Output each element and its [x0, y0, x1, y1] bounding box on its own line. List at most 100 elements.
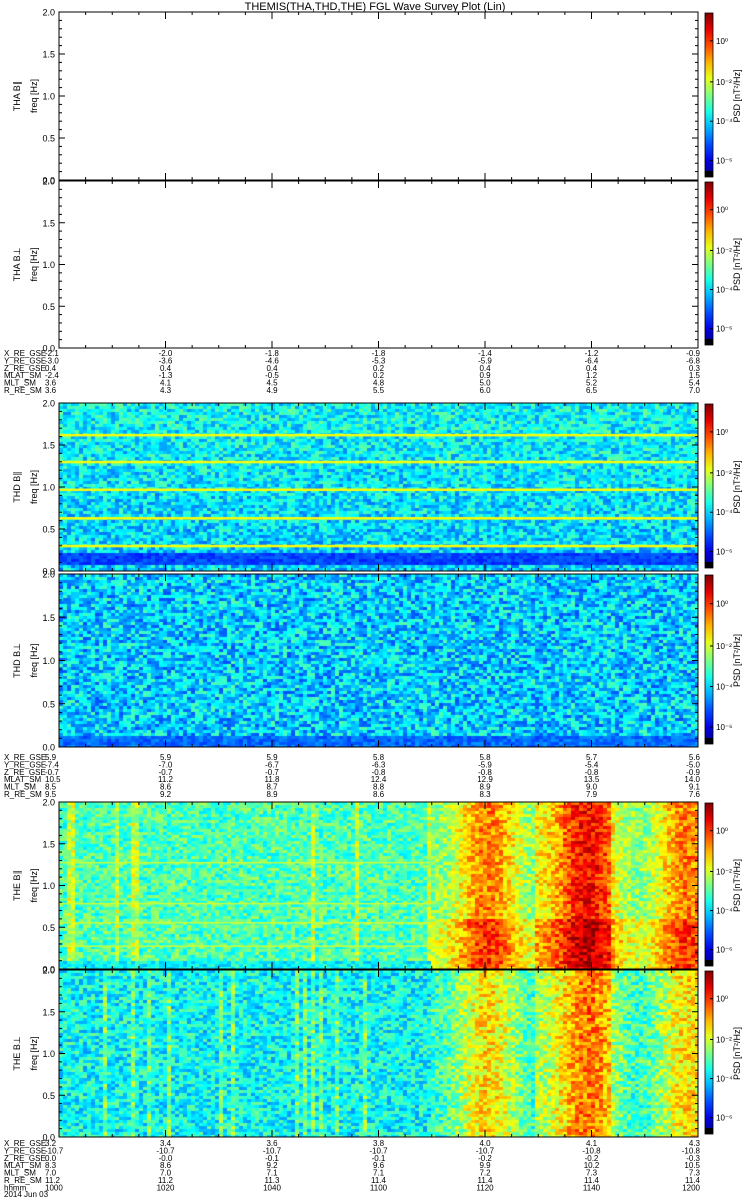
y-tick-label: 1.5 — [42, 613, 55, 623]
y-axis-label: freq [Hz] — [29, 868, 39, 902]
ephemeris-value: 1140 — [583, 1183, 601, 1192]
y-axis-label: freq [Hz] — [29, 643, 39, 677]
colorbar — [704, 970, 714, 1135]
y-tick-label: 1.5 — [42, 218, 55, 228]
colorbar-tick-label: 10⁻² — [716, 246, 732, 255]
y-tick-label: 1.5 — [42, 1007, 55, 1017]
colorbar-tick-label: 10⁰ — [716, 428, 728, 437]
panel-6: 0.00.51.01.52.0THE B⊥ freq [Hz]10⁰10⁻²10⁻… — [12, 966, 742, 1143]
y-axis-probe-label: THD B⊥ — [12, 643, 22, 678]
colorbar-tick-label: 10⁰ — [716, 37, 728, 46]
ephemeris-row-label: R_RE_SM — [4, 386, 42, 395]
y-tick-label: 0.5 — [42, 1091, 55, 1101]
panel-4: 0.0 0.5 1.0 1.5 2.0 THD B⊥ freq [Hz] 10⁰ 10⁻² 10⁻… — [12, 570, 742, 753]
colorbar-tick-label: 10⁻² — [716, 78, 732, 87]
y-tick-label: 2.0 — [42, 798, 55, 808]
panel-3: 0.00.51.01.52.0THD B∥ freq [Hz]10⁰10⁻²10⁻… — [12, 399, 742, 577]
ephemeris-value: 7.9 — [586, 790, 598, 799]
ephemeris-value: 9.5 — [45, 790, 57, 799]
ephemeris-value: 7.6 — [689, 790, 701, 799]
y-tick-label: 2.0 — [42, 570, 55, 580]
ephemeris-value: 1020 — [157, 1183, 175, 1192]
ephemeris-value: 1200 — [682, 1183, 700, 1192]
y-tick-label: 0.5 — [42, 302, 55, 312]
ephemeris-value: 1100 — [370, 1183, 388, 1192]
y-tick-label: 1.0 — [42, 1049, 55, 1059]
y-tick-label: 0.0 — [42, 743, 55, 753]
ephemeris-value: 6.5 — [586, 386, 598, 395]
spectrogram-heatmap — [59, 802, 698, 969]
panel-1: 0.00.51.01.52.0THA B∥ freq [Hz]10⁰10⁻²10⁻… — [12, 8, 742, 186]
colorbar-label: PSD [nT²/Hz] — [732, 1027, 742, 1080]
colorbar-tick-label: 10⁻⁴ — [716, 907, 733, 916]
colorbar-tick-label: 10⁰ — [716, 206, 728, 215]
ephemeris-value: 4.9 — [266, 386, 278, 395]
panel-5: 0.00.51.01.52.0THE B∥ freq [Hz]10⁰10⁻²10⁻… — [12, 798, 742, 975]
y-tick-label: 1.0 — [42, 260, 55, 270]
colorbar-bottom — [705, 171, 713, 177]
colorbar-label: PSD [nT²/Hz] — [732, 238, 742, 291]
colorbar-label: PSD [nT²/Hz] — [732, 859, 742, 912]
ephemeris-value: 7.0 — [689, 386, 701, 395]
y-tick-label: 1.0 — [42, 483, 55, 493]
wave-survey-figure: 0.0 0.5 1.0 1.5 2.0 THA B∥ freq [Hz] 10⁰ 10⁻² 10⁻… — [4, 8, 742, 1200]
y-tick-label: 2.0 — [42, 399, 55, 409]
spectrogram-heatmap — [59, 970, 698, 1137]
ephemeris-value: 9.2 — [160, 790, 172, 799]
colorbar — [704, 403, 714, 569]
panel-2: 0.00.51.01.52.0THA B⊥ freq [Hz]10⁰10⁻²10⁻… — [12, 177, 742, 354]
colorbar-tick-label: 10⁻⁴ — [716, 117, 733, 126]
ephemeris-row-label: R_RE_SM — [4, 790, 42, 799]
spectrogram-heatmap — [59, 574, 698, 747]
colorbar-bottom — [705, 562, 713, 568]
colorbar — [704, 181, 714, 346]
y-tick-label: 1.5 — [42, 50, 55, 60]
y-axis-probe-label: THE B∥ — [12, 870, 22, 901]
colorbar-tick-label: 10⁻² — [716, 469, 732, 478]
colorbar-bottom — [705, 738, 713, 744]
colorbar — [704, 574, 714, 745]
date-label: 2014 Jun 03 — [4, 1190, 49, 1199]
colorbar-tick-label: 10⁻² — [716, 642, 732, 651]
colorbar — [704, 802, 714, 967]
y-axis-label: freq [Hz] — [29, 79, 39, 113]
ephemeris-table-1: X_RE_GSEY_RE_GSEZ_RE_GSEMLAT_SMMLT_SMR_R… — [4, 349, 701, 395]
y-tick-label: 1.0 — [42, 92, 55, 102]
colorbar-bottom — [705, 1128, 713, 1134]
y-tick-label: 1.0 — [42, 881, 55, 891]
colorbar-label: PSD [nT²/Hz] — [732, 69, 742, 122]
ephemeris-value: 8.6 — [373, 790, 385, 799]
ephemeris-value: 4.3 — [160, 386, 172, 395]
colorbar-tick-label: 10⁻⁴ — [716, 286, 733, 295]
y-tick-label: 0.5 — [42, 699, 55, 709]
ephemeris-value: 1040 — [263, 1183, 281, 1192]
colorbar-tick-label: 10⁻⁶ — [716, 723, 732, 732]
colorbar-tick-label: 10⁻⁴ — [716, 508, 733, 517]
colorbar-tick-label: 10⁰ — [716, 995, 728, 1004]
y-axis-label: freq [Hz] — [29, 247, 39, 281]
y-tick-label: 2.0 — [42, 177, 55, 187]
y-axis-probe-label: THD B∥ — [12, 471, 22, 503]
ephemeris-value: 1120 — [476, 1183, 494, 1192]
ephemeris-value: 8.3 — [479, 790, 491, 799]
colorbar-tick-label: 10⁻⁴ — [716, 683, 733, 692]
y-tick-label: 1.5 — [42, 441, 55, 451]
colorbar-tick-label: 10⁻⁶ — [716, 325, 732, 334]
y-axis-probe-label: THE B⊥ — [12, 1036, 22, 1071]
y-axis-probe-label: THA B∥ — [12, 81, 22, 112]
colorbar-bottom — [705, 960, 713, 966]
y-tick-label: 1.5 — [42, 839, 55, 849]
colorbar-label: PSD [nT²/Hz] — [732, 634, 742, 687]
ephemeris-value: 6.0 — [479, 386, 491, 395]
y-tick-label: 2.0 — [42, 966, 55, 976]
colorbar-bottom — [705, 339, 713, 345]
colorbar-tick-label: 10⁰ — [716, 827, 728, 836]
y-tick-label: 1.0 — [42, 656, 55, 666]
colorbar — [704, 12, 714, 178]
ephemeris-value: 3.6 — [45, 386, 57, 395]
y-axis-label: freq [Hz] — [29, 470, 39, 504]
panel-frame — [58, 180, 699, 349]
colorbar-tick-label: 10⁻⁶ — [716, 157, 732, 166]
colorbar-tick-label: 10⁻⁶ — [716, 946, 732, 955]
colorbar-tick-label: 10⁻² — [716, 867, 732, 876]
